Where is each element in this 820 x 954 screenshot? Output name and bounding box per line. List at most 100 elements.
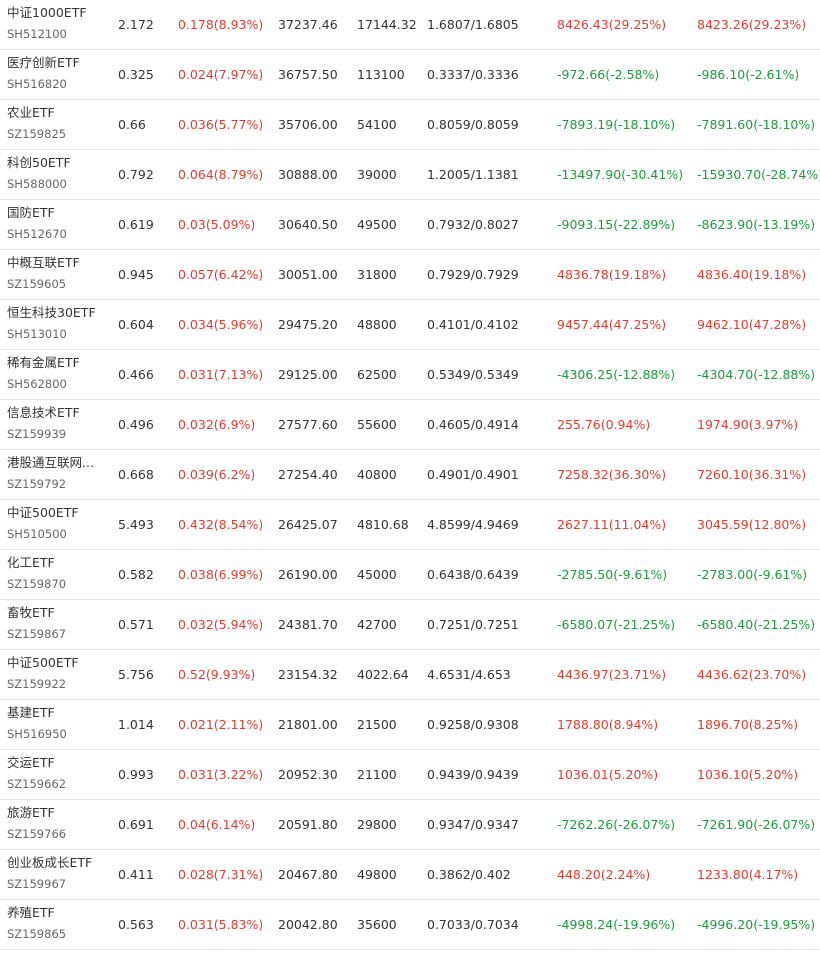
amount-cell: 30051.00	[278, 267, 338, 282]
etf-name[interactable]: 基建ETF	[7, 704, 67, 721]
etf-name[interactable]: 信息技术ETF	[7, 404, 80, 421]
etf-name[interactable]: 旅游ETF	[7, 804, 66, 821]
cost-cell: 0.3337/0.3336	[427, 67, 519, 82]
amount-cell: 23154.32	[278, 667, 338, 682]
amount-cell: 27254.40	[278, 467, 338, 482]
etf-name[interactable]: 港股通互联网...	[7, 454, 94, 471]
amount-cell: 29475.20	[278, 317, 338, 332]
etf-code: SZ159792	[7, 477, 67, 491]
etf-code: SZ159967	[7, 877, 67, 891]
change-cell: 0.036(5.77%)	[178, 117, 264, 132]
etf-name-cell: 港股通互联网... SZ159792	[7, 454, 94, 493]
profit-loss-cell: 448.20(2.24%)	[557, 867, 651, 882]
volume-cell: 49800	[357, 867, 397, 882]
etf-code: SZ159922	[7, 677, 67, 691]
profit-loss-cell: 4836.78(19.18%)	[557, 267, 667, 282]
amount-cell: 35706.00	[278, 117, 338, 132]
profit-loss-total-cell: 3045.59(12.80%)	[697, 517, 807, 532]
table-row[interactable]: 旅游ETF SZ159766 0.691 0.04(6.14%) 20591.80 298…	[0, 800, 820, 850]
volume-cell: 49500	[357, 217, 397, 232]
change-cell: 0.021(2.11%)	[178, 717, 264, 732]
table-row[interactable]: 畜牧ETF SZ159867 0.571 0.032(5.94%) 24381.70 42…	[0, 600, 820, 650]
change-cell: 0.034(5.96%)	[178, 317, 264, 332]
profit-loss-cell: -6580.07(-21.25%)	[557, 617, 676, 632]
etf-name[interactable]: 恒生科技30ETF	[7, 304, 96, 321]
etf-name-cell: 科创50ETF SH588000	[7, 154, 71, 193]
table-row[interactable]: 基建ETF SH516950 1.014 0.021(2.11%) 21801.00 21…	[0, 700, 820, 750]
etf-name[interactable]: 畜牧ETF	[7, 604, 66, 621]
table-row[interactable]: 稀有金属ETF SH562800 0.466 0.031(7.13%) 29125.00…	[0, 350, 820, 400]
amount-cell: 20042.80	[278, 917, 338, 932]
table-row[interactable]: 中证500ETF SH510500 5.493 0.432(8.54%) 26425.0…	[0, 500, 820, 550]
profit-loss-cell: 2627.11(11.04%)	[557, 517, 667, 532]
table-row[interactable]: 农业ETF SZ159825 0.66 0.036(5.77%) 35706.00 541…	[0, 100, 820, 150]
etf-name[interactable]: 中证500ETF	[7, 504, 79, 521]
volume-cell: 54100	[357, 117, 397, 132]
etf-name[interactable]: 创业板成长ETF	[7, 854, 92, 871]
etf-name[interactable]: 中证500ETF	[7, 654, 79, 671]
etf-code: SZ159605	[7, 277, 67, 291]
etf-name[interactable]: 稀有金属ETF	[7, 354, 80, 371]
table-row[interactable]: 恒生科技30ETF SH513010 0.604 0.034(5.96%) 29475.…	[0, 300, 820, 350]
change-cell: 0.03(5.09%)	[178, 217, 256, 232]
table-row[interactable]: 国防ETF SH512670 0.619 0.03(5.09%) 30640.50 495…	[0, 200, 820, 250]
profit-loss-total-cell: 9462.10(47.28%)	[697, 317, 807, 332]
profit-loss-cell: 1036.01(5.20%)	[557, 767, 659, 782]
price-cell: 0.496	[118, 417, 154, 432]
profit-loss-total-cell: -2783.00(-9.61%)	[697, 567, 808, 582]
table-row[interactable]: 交运ETF SZ159662 0.993 0.031(3.22%) 20952.30 21…	[0, 750, 820, 800]
change-cell: 0.057(6.42%)	[178, 267, 264, 282]
profit-loss-cell: -13497.90(-30.41%)	[557, 167, 684, 182]
etf-name[interactable]: 农业ETF	[7, 104, 66, 121]
etf-name-cell: 农业ETF SZ159825	[7, 104, 66, 143]
etf-code: SH516950	[7, 727, 67, 741]
etf-name-cell: 基建ETF SH516950	[7, 704, 67, 743]
etf-name-cell: 恒生科技30ETF SH513010	[7, 304, 96, 343]
table-row[interactable]: 科创50ETF SH588000 0.792 0.064(8.79%) 30888.00…	[0, 150, 820, 200]
etf-name[interactable]: 医疗创新ETF	[7, 54, 80, 71]
price-cell: 0.571	[118, 617, 154, 632]
table-row[interactable]: 中证1000ETF SH512100 2.172 0.178(8.93%) 37237.…	[0, 0, 820, 50]
table-row[interactable]: 创业板成长ETF SZ159967 0.411 0.028(7.31%) 20467.8…	[0, 850, 820, 900]
cost-cell: 4.6531/4.653	[427, 667, 511, 682]
price-cell: 0.66	[118, 117, 146, 132]
price-cell: 0.993	[118, 767, 154, 782]
change-cell: 0.064(8.79%)	[178, 167, 264, 182]
volume-cell: 21100	[357, 767, 397, 782]
etf-code: SH562800	[7, 377, 67, 391]
etf-name[interactable]: 化工ETF	[7, 554, 66, 571]
etf-code: SZ159867	[7, 627, 67, 641]
profit-loss-cell: 255.76(0.94%)	[557, 417, 651, 432]
profit-loss-cell: 8426.43(29.25%)	[557, 17, 667, 32]
etf-name[interactable]: 交运ETF	[7, 754, 66, 771]
etf-name[interactable]: 科创50ETF	[7, 154, 71, 171]
table-row[interactable]: 港股通互联网... SZ159792 0.668 0.039(6.2%) 27254.4…	[0, 450, 820, 500]
amount-cell: 20467.80	[278, 867, 338, 882]
etf-name[interactable]: 中证1000ETF	[7, 4, 87, 21]
price-cell: 0.668	[118, 467, 154, 482]
change-cell: 0.028(7.31%)	[178, 867, 264, 882]
etf-name[interactable]: 养殖ETF	[7, 904, 66, 921]
etf-name[interactable]: 国防ETF	[7, 204, 67, 221]
amount-cell: 26425.07	[278, 517, 338, 532]
table-row[interactable]: 养殖ETF SZ159865 0.563 0.031(5.83%) 20042.80 35…	[0, 900, 820, 950]
price-cell: 0.619	[118, 217, 154, 232]
profit-loss-total-cell: -15930.70(-28.74%)	[697, 167, 820, 182]
etf-name[interactable]: 中概互联ETF	[7, 254, 80, 271]
volume-cell: 21500	[357, 717, 397, 732]
etf-name-cell: 交运ETF SZ159662	[7, 754, 66, 793]
etf-code: SH516820	[7, 77, 67, 91]
amount-cell: 20591.80	[278, 817, 338, 832]
etf-code: SZ159825	[7, 127, 67, 141]
table-row[interactable]: 化工ETF SZ159870 0.582 0.038(6.99%) 26190.00 45…	[0, 550, 820, 600]
price-cell: 0.325	[118, 67, 154, 82]
table-row[interactable]: 医疗创新ETF SH516820 0.325 0.024(7.97%) 36757.50…	[0, 50, 820, 100]
table-row[interactable]: 中证500ETF SZ159922 5.756 0.52(9.93%) 23154.32…	[0, 650, 820, 700]
table-row[interactable]: 信息技术ETF SZ159939 0.496 0.032(6.9%) 27577.60 5…	[0, 400, 820, 450]
amount-cell: 30640.50	[278, 217, 338, 232]
change-cell: 0.038(6.99%)	[178, 567, 264, 582]
profit-loss-total-cell: 4436.62(23.70%)	[697, 667, 807, 682]
etf-code: SH588000	[7, 177, 67, 191]
profit-loss-total-cell: -4996.20(-19.95%)	[697, 917, 816, 932]
table-row[interactable]: 中概互联ETF SZ159605 0.945 0.057(6.42%) 30051.00…	[0, 250, 820, 300]
